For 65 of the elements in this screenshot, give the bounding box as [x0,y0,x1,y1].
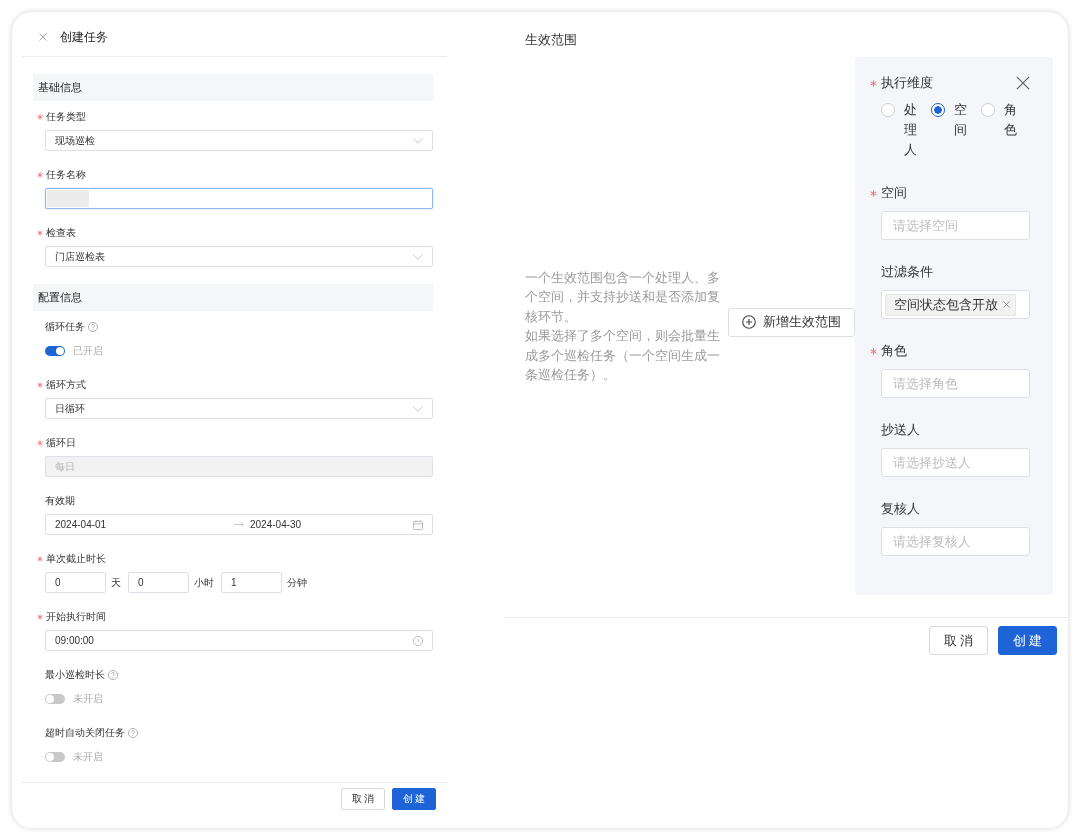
tag-label: 空间状态包含开放 [894,296,998,313]
chevron-down-icon [413,405,423,412]
close-icon[interactable] [1003,301,1010,308]
input-field[interactable] [45,188,433,209]
arrow-icon [234,522,244,527]
calendar-icon [413,519,423,530]
switch-status: 未开启 [73,750,103,763]
plus-circle-icon [742,315,756,329]
field-label: 角色 [881,342,907,360]
date-value: 2024-04-01 [55,518,107,531]
field-label: 任务名称 [46,169,86,181]
field-label: 循环任务 [45,321,85,333]
unit-label: 小时 [194,576,214,589]
field-label: 循环方式 [46,379,86,391]
add-scope-button[interactable]: 新增生效范围 [728,307,855,337]
section-header: 配置信息 [33,284,433,311]
chevron-down-icon [413,253,423,260]
field-label: 任务类型 [46,111,86,123]
toggle-switch[interactable] [45,693,65,704]
radio-option[interactable]: 空间 [931,100,967,140]
clock-icon [413,635,423,646]
chevron-down-icon [413,137,423,144]
close-icon[interactable] [39,33,47,41]
create-button[interactable]: 创 建 [392,788,436,810]
cancel-button[interactable]: 取 消 [929,626,988,655]
radio-option[interactable]: 处理人 [881,100,917,160]
field-label: 单次截止时长 [46,553,106,565]
toggle-switch[interactable] [45,751,65,762]
select-field[interactable]: 门店巡检表 [45,246,433,267]
switch-status: 未开启 [73,692,103,705]
filter-field[interactable]: 空间状态包含开放 [881,290,1030,319]
field-label: 超时自动关闭任务 [45,727,125,739]
dialog-title: 创建任务 [60,30,108,44]
close-icon[interactable] [1016,76,1030,90]
field-label: 执行维度 [881,74,933,92]
create-button[interactable]: 创 建 [998,626,1057,655]
unit-label: 天 [111,576,121,589]
field-label: 循环日 [46,437,76,449]
toggle-switch[interactable] [45,345,65,356]
select-field[interactable]: 日循环 [45,398,433,419]
field-label: 空间 [881,184,907,202]
field-label: 检查表 [46,227,76,239]
input-field[interactable]: 请选择抄送人 [881,448,1030,477]
field-label: 开始执行时间 [46,611,106,623]
number-input[interactable]: 0 [45,572,106,593]
field-label: 过滤条件 [881,263,933,281]
input-field[interactable]: 请选择角色 [881,369,1030,398]
field-label: 复核人 [881,500,920,518]
number-input[interactable]: 1 [221,572,282,593]
section-header: 基础信息 [33,74,433,101]
input-field[interactable]: 请选择空间 [881,211,1030,240]
select-field[interactable]: 现场巡检 [45,130,433,151]
cancel-button[interactable]: 取 消 [341,788,385,810]
radio-option[interactable]: 角色 [981,100,1017,140]
field-label: 有效期 [45,495,75,507]
input-field[interactable]: 请选择复核人 [881,527,1030,556]
section-title: 生效范围 [525,31,577,49]
unit-label: 分钟 [287,576,307,589]
time-field[interactable]: 09:00:00 [45,630,433,651]
switch-status: 已开启 [73,344,103,357]
field-label: 最小巡检时长 [45,669,105,681]
date-range-field[interactable]: 2024-04-01 2024-04-30 [45,514,433,535]
number-input[interactable]: 0 [128,572,189,593]
field-label: 抄送人 [881,421,920,439]
date-value: 2024-04-30 [250,518,302,531]
